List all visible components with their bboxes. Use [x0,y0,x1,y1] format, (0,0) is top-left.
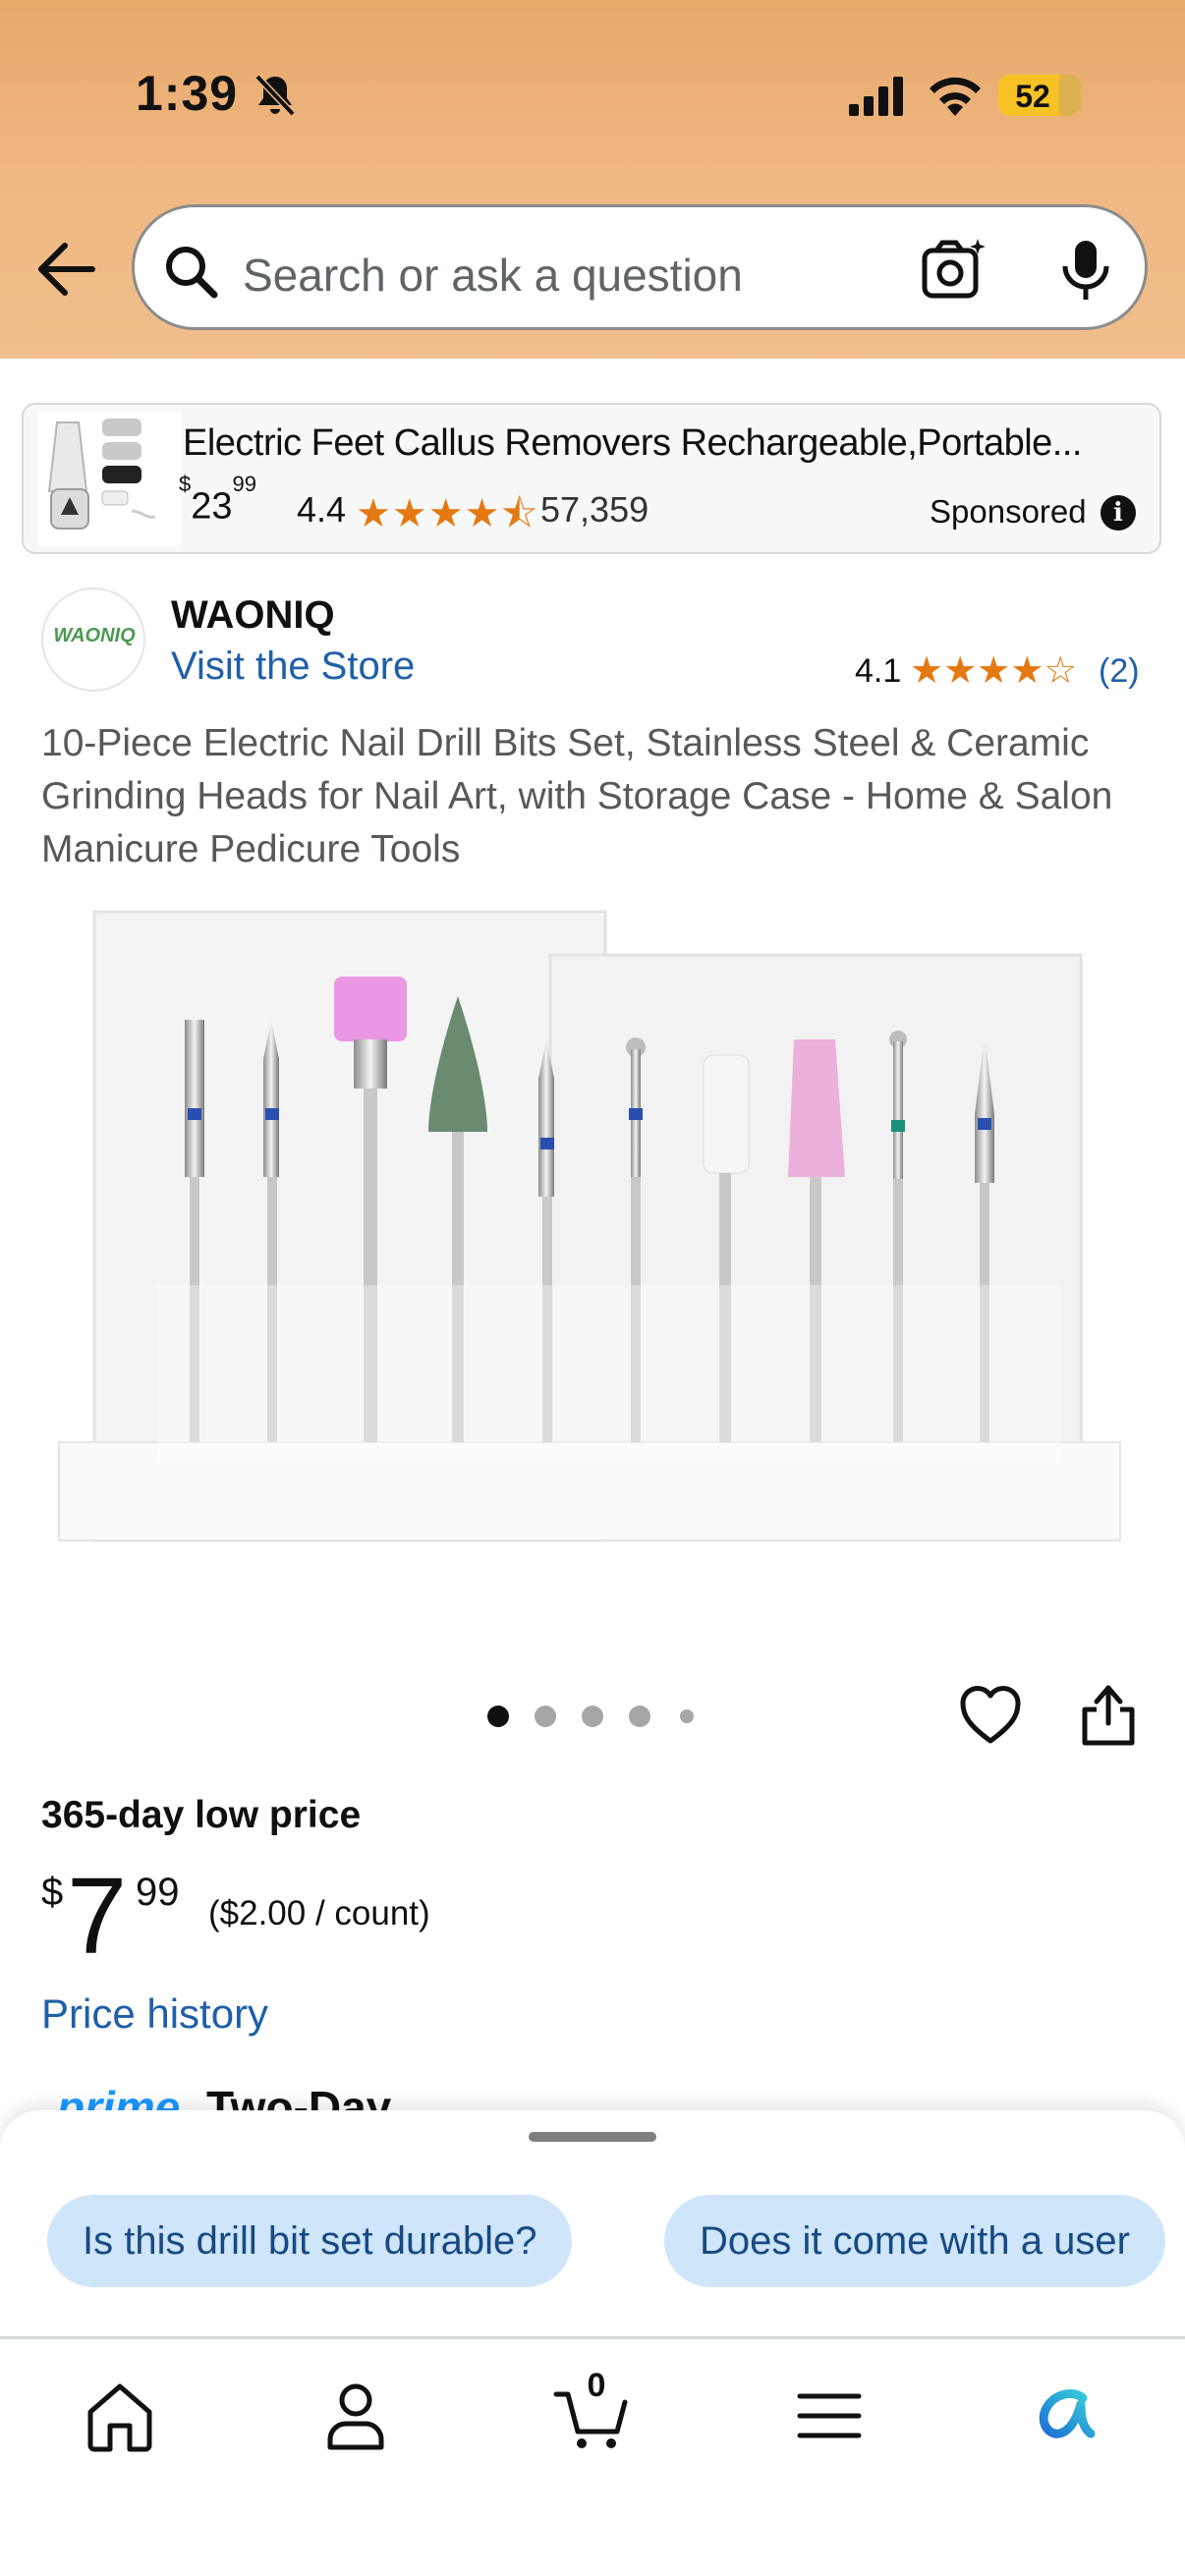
price-per-count: ($2.00 / count) [208,1894,430,1932]
ad-price-whole: 23 [191,485,233,528]
ad-rating-value: 4.4 [297,489,347,530]
sponsored-product-ad[interactable]: Electric Feet Callus Removers Rechargeab… [22,403,1161,554]
battery-level: 52 [1015,79,1050,114]
product-image[interactable] [39,892,1150,1599]
product-review-count[interactable]: (2) [1099,652,1140,691]
carousel-dot[interactable] [680,1709,694,1723]
ad-product-thumbnail [37,413,181,546]
brand-logo[interactable]: WAONIQ [41,588,145,692]
deal-badge: 365-day low price [41,1794,362,1836]
carousel-dot[interactable] [582,1706,603,1727]
signal-icon [849,77,903,116]
price-whole: 7 [67,1856,128,1977]
silent-bell-icon [254,74,296,117]
search-bar[interactable]: Search or ask a question [132,204,1148,330]
price-history-link[interactable]: Price history [41,1990,268,2038]
menu-icon[interactable] [790,2377,869,2455]
product-page: 1:39 52 Search or ask a question Electri… [0,0,1185,2576]
carousel-dot[interactable] [487,1706,509,1727]
camera-search-icon[interactable] [921,237,988,302]
status-time: 1:39 [136,66,239,121]
home-icon[interactable] [81,2377,159,2455]
product-rating-value: 4.1 [855,652,902,690]
suggestion-chip[interactable]: Is this drill bit set durable? [47,2195,573,2287]
ad-price-fraction: 99 [232,472,257,496]
rufus-suggestions-sheet: Is this drill bit set durable? Does it c… [0,2110,1185,2336]
share-icon[interactable] [1079,1680,1138,1747]
ad-title[interactable]: Electric Feet Callus Removers Rechargeab… [183,422,1082,465]
rufus-icon[interactable] [1026,2377,1104,2455]
product-title: 10-Piece Electric Nail Drill Bits Set, S… [41,722,1113,870]
ad-price-symbol: $ [179,472,192,496]
account-icon[interactable] [316,2377,395,2455]
carousel-dot[interactable] [535,1706,556,1727]
carousel-dot[interactable] [629,1706,650,1727]
brand-name: WAONIQ [171,593,335,637]
product-star-rating[interactable]: ★★★★☆ [910,648,1077,693]
battery-indicator: 52 [998,75,1081,116]
price-fraction: 99 [136,1871,180,1914]
ad-price: $2399 [179,472,256,529]
ad-review-count: 57,359 [540,489,649,530]
visit-store-link[interactable]: Visit the Store [171,644,415,689]
bottom-tab-bar: 0 [0,2336,1185,2576]
heart-icon[interactable] [959,1684,1022,1745]
back-arrow-icon[interactable] [35,240,96,299]
info-icon[interactable]: i [1100,495,1136,531]
wifi-icon [930,77,981,116]
ad-star-rating: ★★★★⯪ [356,492,539,535]
brand-logo-text: WAONIQ [53,625,136,646]
microphone-icon[interactable] [1058,239,1113,302]
cart-count: 0 [587,2367,606,2404]
sheet-handle[interactable] [529,2132,656,2142]
search-input[interactable]: Search or ask a question [243,249,743,302]
price-symbol: $ [41,1871,64,1914]
suggestion-chip[interactable]: Does it come with a user [664,2195,1165,2287]
search-icon [166,247,218,299]
sponsored-label: Sponsored [930,493,1087,530]
header: 1:39 52 Search or ask a question [0,0,1185,359]
